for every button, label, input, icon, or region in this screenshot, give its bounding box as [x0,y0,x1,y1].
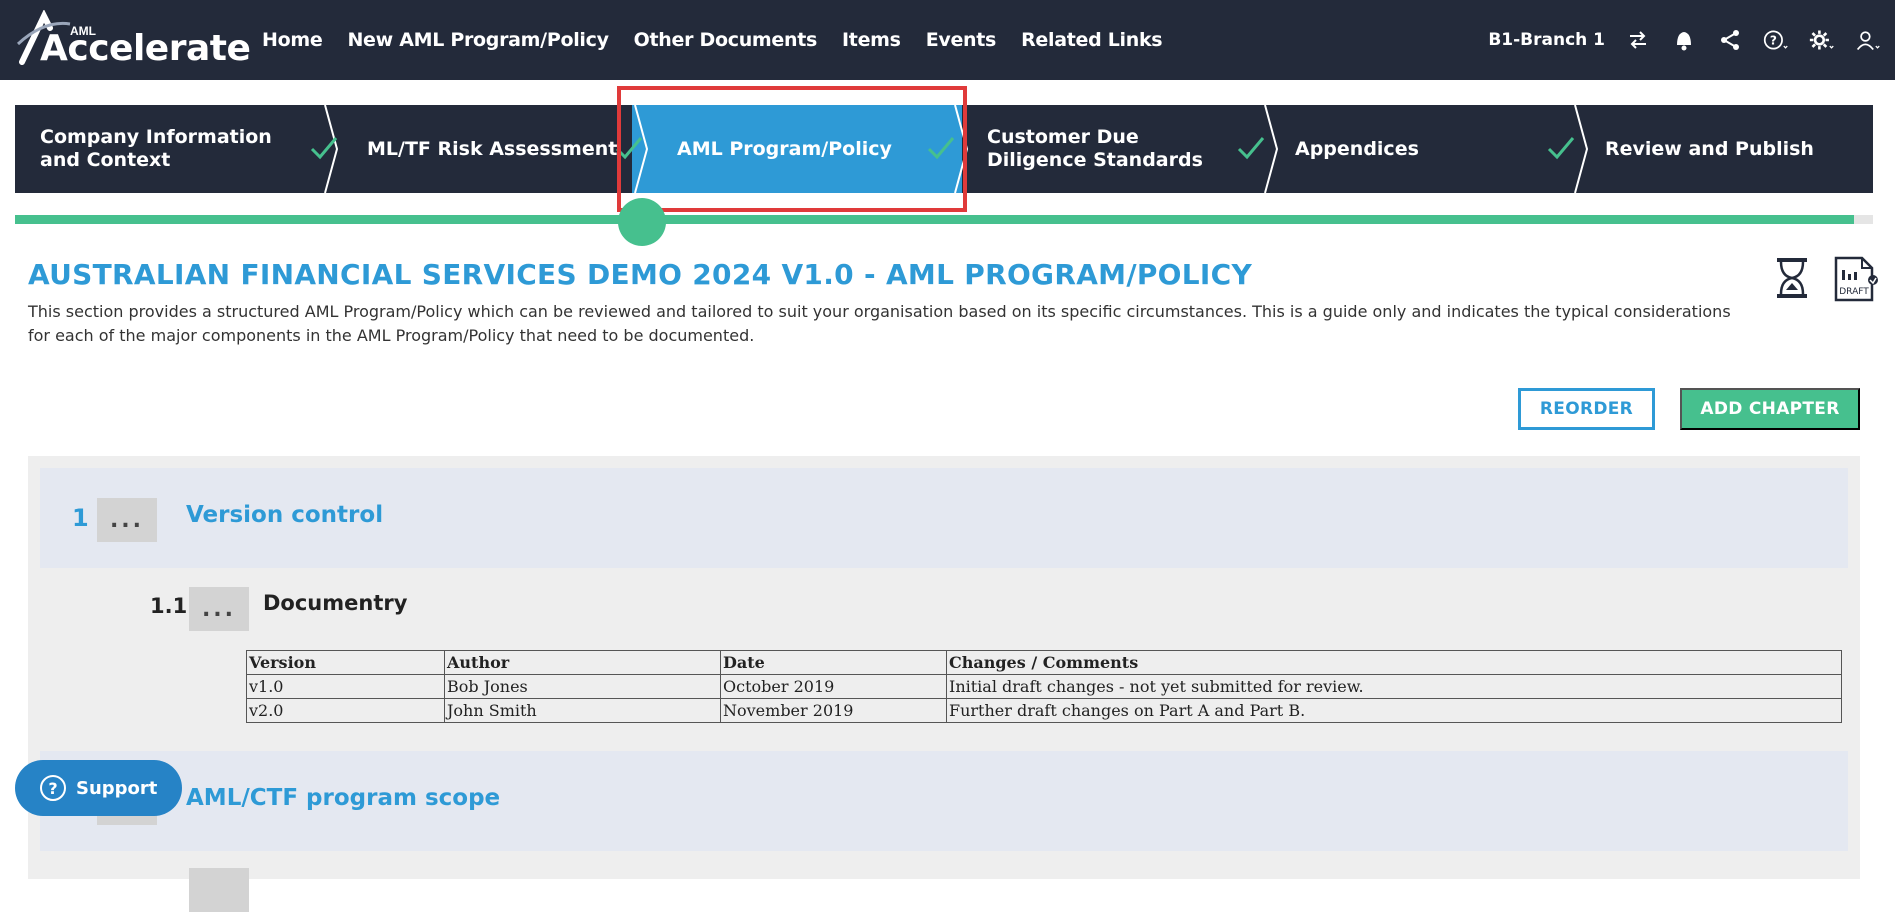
logo-wordmark: Accelerate [40,28,251,69]
app-logo[interactable]: AML Accelerate [14,8,251,70]
hourglass-icon[interactable] [1774,256,1810,300]
main-nav: Home New AML Program/Policy Other Docume… [262,0,1163,80]
section-title[interactable]: Documentry [263,591,407,615]
step-risk-assessment[interactable]: ML/TF Risk Assessment [367,105,643,193]
table-cell: v1.0 [246,674,445,699]
chapter-version-control: 1 ... Version control [40,468,1848,568]
checkmark-icon [310,137,338,160]
share-icon[interactable] [1717,27,1743,53]
column-header: Version [246,650,445,675]
page-title: AUSTRALIAN FINANCIAL SERVICES DEMO 2024 … [28,258,1253,291]
table-cell: Further draft changes on Part A and Part… [946,698,1842,723]
nav-other-documents[interactable]: Other Documents [634,29,818,51]
step-label: Appendices [1295,137,1419,160]
top-navigation-bar: AML Accelerate Home New AML Program/Poli… [0,0,1895,80]
column-header: Date [720,650,947,675]
step-label-2: Diligence Standards [987,149,1203,171]
nav-home[interactable]: Home [262,29,323,51]
chapters-panel: 1 ... Version control 1.1 ... Documentry… [28,456,1860,912]
table-cell: Bob Jones [444,674,721,699]
chapter-menu-button[interactable]: ... [97,498,157,542]
section-number: 1.1 [150,594,188,618]
bell-icon[interactable] [1671,27,1697,53]
progress-marker [618,198,666,246]
toolbar: B1-Branch 1 ? [1488,0,1881,80]
table-header-row: Version Author Date Changes / Comments [246,650,1842,675]
nav-related-links[interactable]: Related Links [1021,29,1163,51]
branch-label[interactable]: B1-Branch 1 [1488,30,1605,50]
table-row: v2.0 John Smith November 2019 Further dr… [246,698,1842,723]
switch-branch-icon[interactable] [1625,27,1651,53]
version-table: Version Author Date Changes / Comments v… [246,650,1842,723]
question-icon: ? [40,775,66,801]
column-header: Author [444,650,721,675]
progress-fill [15,215,1855,224]
nav-items[interactable]: Items [842,29,901,51]
table-cell: John Smith [444,698,721,723]
table-cell: Initial draft changes - not yet submitte… [946,674,1842,699]
support-button[interactable]: ? Support [15,760,182,816]
section-menu-button[interactable]: ... [189,587,249,631]
reorder-button[interactable]: REORDER [1518,388,1655,430]
step-label-2: and Context [40,149,171,171]
help-icon[interactable]: ? [1763,27,1789,53]
step-label: Customer Due [987,126,1139,148]
page-description: This section provides a structured AML P… [28,302,1731,345]
section-menu-button[interactable] [189,868,249,912]
add-chapter-button[interactable]: ADD CHAPTER [1680,388,1860,430]
checkmark-icon [1237,137,1265,160]
chapter-number: 1 [72,504,89,532]
chapter-program-scope: 2 ... AML/CTF program scope [40,751,1848,851]
step-label: Company Information [40,126,272,148]
draft-label: DRAFT [1839,287,1869,297]
table-cell: November 2019 [720,698,947,723]
nav-new-aml-program[interactable]: New AML Program/Policy [347,29,609,51]
table-cell: October 2019 [720,674,947,699]
chapter-title[interactable]: AML/CTF program scope [186,785,500,811]
active-step-highlight [617,86,967,212]
step-company-information[interactable]: Company Information and Context [40,105,338,193]
user-icon[interactable] [1855,27,1881,53]
support-label: Support [76,777,158,799]
chapter-title[interactable]: Version control [186,502,383,528]
column-header: Changes / Comments [946,650,1842,675]
progress-bar [15,215,1873,224]
step-review-and-publish[interactable]: Review and Publish [1605,105,1865,193]
draft-document-icon[interactable]: DRAFT [1832,256,1880,302]
checkmark-icon [1547,137,1575,160]
svg-text:?: ? [1770,33,1777,47]
step-appendices[interactable]: Appendices [1295,105,1575,193]
step-label: ML/TF Risk Assessment [367,137,618,160]
table-cell: v2.0 [246,698,445,723]
step-label: Review and Publish [1605,137,1814,160]
gear-icon[interactable] [1809,27,1835,53]
nav-events[interactable]: Events [926,29,997,51]
step-customer-due-diligence[interactable]: Customer Due Diligence Standards [987,105,1267,193]
table-row: v1.0 Bob Jones October 2019 Initial draf… [246,674,1842,699]
